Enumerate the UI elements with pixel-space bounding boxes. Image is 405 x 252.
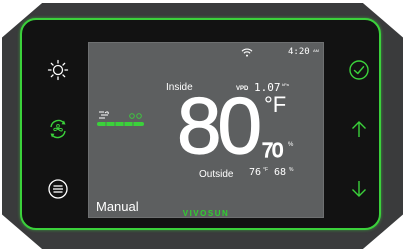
outside-humidity: 68 [274,167,287,178]
lcd-screen: 4:20 AM Inside VPD 1.07 kPa 80 °F 70 % O… [88,42,324,218]
fan-speed-icon [97,111,144,126]
vpd-unit: kPa [282,82,289,87]
fan-cycle-button[interactable] [45,116,71,142]
menu-icon [48,179,68,199]
clock-time: 4:20 [288,47,310,57]
clock-am-pm: AM [313,48,319,53]
inside-temperature: 80 [176,81,262,170]
up-button[interactable] [346,116,372,142]
wifi-icon [241,48,253,57]
arrow-up-icon [352,121,366,137]
menu-button[interactable] [45,176,71,202]
confirm-check-icon [349,60,369,80]
outside-label: Outside [199,169,234,180]
outside-humidity-unit: % [289,167,294,173]
arrow-down-icon [352,181,366,197]
down-button[interactable] [346,176,372,202]
temperature-unit: °F [264,92,287,117]
brand-logo: VIVOSUN [182,209,230,218]
outside-temperature-unit: °F [263,167,269,173]
sun-button[interactable] [45,57,71,83]
confirm-button[interactable] [346,57,372,83]
outside-temperature: 76 [249,167,262,178]
humidity-unit: % [288,142,294,148]
inside-humidity: 70 [261,139,283,162]
fan-cycle-icon [50,119,66,139]
sun-icon [47,59,69,81]
